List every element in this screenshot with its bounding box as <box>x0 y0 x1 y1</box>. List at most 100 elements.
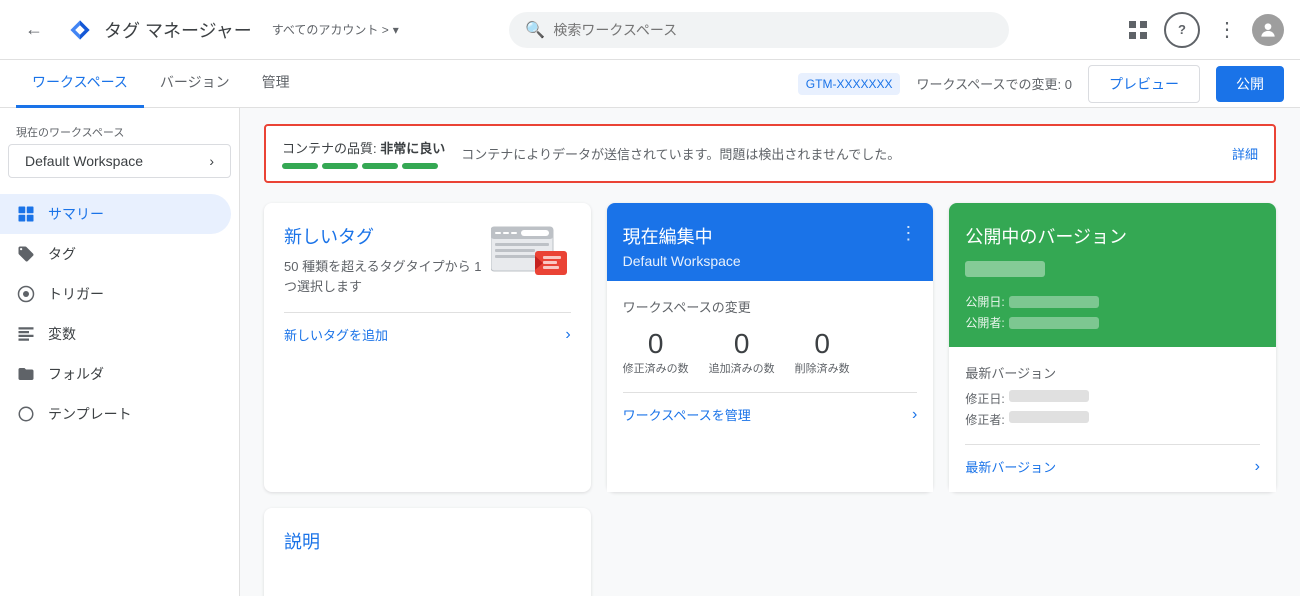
new-tag-title: 新しいタグ <box>284 223 483 249</box>
publish-date-value <box>1009 296 1099 308</box>
editing-more-button[interactable]: ⋮ <box>899 223 917 244</box>
tab-version[interactable]: バージョン <box>144 60 246 108</box>
sidebar-item-templates-label: テンプレート <box>48 404 132 424</box>
changes-stats: 0 修正済みの数 0 追加済みの数 0 削除済み数 <box>623 328 918 376</box>
modifier-value <box>1009 411 1089 423</box>
new-tag-card: 新しいタグ 50 種類を超えるタグタイプから 1 つ選択します <box>264 203 591 492</box>
stat-modified-number: 0 <box>648 328 664 360</box>
gtm-id: GTM-XXXXXXX <box>798 73 901 95</box>
modifier-row: 修正者: <box>965 411 1260 428</box>
back-button[interactable]: ← <box>16 12 52 48</box>
quality-left: コンテナの品質: 非常に良い <box>282 138 445 169</box>
new-tag-add-link[interactable]: 新しいタグを追加 › <box>284 312 571 344</box>
sidebar-item-triggers-label: トリガー <box>48 284 104 304</box>
app-logo: タグ マネージャー <box>64 14 252 46</box>
account-label: すべてのアカウント > <box>272 21 389 38</box>
help-button[interactable]: ? <box>1164 12 1200 48</box>
editing-card: 現在編集中 Default Workspace ⋮ ワークスペースの変更 0 修… <box>607 203 934 492</box>
manage-workspace-label: ワークスペースを管理 <box>623 405 751 424</box>
chevron-right-icon: › <box>209 153 214 169</box>
app-title: タグ マネージャー <box>104 17 252 43</box>
published-date-row: 公開日: <box>965 293 1260 310</box>
publisher-label: 公開者: <box>965 314 1004 331</box>
sidebar-item-variables[interactable]: 変数 <box>0 314 231 354</box>
published-header: 公開中のバージョン 公開日: 公開者: <box>949 203 1276 347</box>
search-icon: 🔍 <box>525 20 545 40</box>
quality-title: コンテナの品質: 非常に良い <box>282 138 445 157</box>
quality-bar-1 <box>282 163 318 169</box>
stat-modified: 0 修正済みの数 <box>623 328 689 376</box>
sidebar-item-folders[interactable]: フォルダ <box>0 354 231 394</box>
tags-icon <box>16 244 36 264</box>
sidebar-item-folders-label: フォルダ <box>48 364 104 384</box>
new-tag-description: 50 種類を超えるタグタイプから 1 つ選択します <box>284 257 483 296</box>
search-input[interactable] <box>553 22 993 38</box>
chevron-right-icon: › <box>912 406 917 424</box>
preview-button[interactable]: プレビュー <box>1088 65 1200 103</box>
modified-date-row: 修正日: <box>965 390 1260 407</box>
sidebar-item-summary-label: サマリー <box>48 204 104 224</box>
app-header: ← タグ マネージャー すべてのアカウント > ▾ 🔍 ? ⋮ <box>0 0 1300 60</box>
quality-banner: コンテナの品質: 非常に良い コンテナによりデータが送信されています。問題は検出… <box>264 124 1276 183</box>
workspace-selector[interactable]: Default Workspace › <box>8 144 231 178</box>
user-icon <box>1258 20 1278 40</box>
chevron-down-icon: ▾ <box>393 23 399 37</box>
search-container: 🔍 <box>509 12 1009 48</box>
stat-added-number: 0 <box>734 328 750 360</box>
publisher-value <box>1009 317 1099 329</box>
publish-button[interactable]: 公開 <box>1216 66 1284 102</box>
publish-date-label: 公開日: <box>965 293 1004 310</box>
latest-version-link[interactable]: 最新バージョン › <box>965 444 1260 476</box>
cards-grid: 新しいタグ 50 種類を超えるタグタイプから 1 つ選択します <box>264 203 1276 492</box>
published-title: 公開中のバージョン <box>965 223 1260 249</box>
published-by-row: 公開者: <box>965 314 1260 331</box>
stat-added-label: 追加済みの数 <box>709 360 775 376</box>
quality-bars <box>282 163 445 169</box>
latest-version-link-label: 最新バージョン <box>965 457 1056 476</box>
quality-message: コンテナによりデータが送信されています。問題は検出されませんでした。 <box>461 144 1216 163</box>
folders-icon <box>16 364 36 384</box>
nav-right: GTM-XXXXXXX ワークスペースでの変更: 0 プレビュー 公開 <box>798 65 1284 103</box>
sidebar-item-triggers[interactable]: トリガー <box>0 274 231 314</box>
changes-count: ワークスペースでの変更: 0 <box>916 74 1072 93</box>
new-tag-icon <box>491 223 571 286</box>
more-options-button[interactable]: ⋮ <box>1208 12 1244 48</box>
empty-col-2 <box>607 508 934 596</box>
modified-date-label: 修正日: <box>965 390 1004 407</box>
tag-browser-svg <box>491 223 571 283</box>
description-title: 説明 <box>284 528 571 564</box>
main-layout: 現在のワークスペース Default Workspace › サマリー タグ ト… <box>0 108 1300 596</box>
editing-header: 現在編集中 Default Workspace ⋮ <box>607 203 934 281</box>
tab-admin[interactable]: 管理 <box>246 60 306 108</box>
sidebar-item-tags-label: タグ <box>48 244 76 264</box>
chevron-right-icon: › <box>1255 458 1260 476</box>
avatar[interactable] <box>1252 14 1284 46</box>
editing-workspace: Default Workspace <box>623 253 741 269</box>
sidebar-divider <box>0 178 239 194</box>
description-card: 説明 説明を編集 › <box>264 508 591 596</box>
sidebar: 現在のワークスペース Default Workspace › サマリー タグ ト… <box>0 108 240 596</box>
quality-bar-3 <box>362 163 398 169</box>
sidebar-item-tags[interactable]: タグ <box>0 234 231 274</box>
chevron-right-icon: › <box>565 326 570 344</box>
published-card: 公開中のバージョン 公開日: 公開者: 最新バージョン <box>949 203 1276 492</box>
quality-title-label: コンテナの品質: <box>282 141 377 156</box>
tab-workspace[interactable]: ワークスペース <box>16 60 144 108</box>
stat-deleted-number: 0 <box>814 328 830 360</box>
templates-icon <box>16 404 36 424</box>
modifier-label: 修正者: <box>965 411 1004 428</box>
sidebar-item-summary[interactable]: サマリー <box>0 194 231 234</box>
empty-col-3 <box>949 508 1276 596</box>
account-selector[interactable]: すべてのアカウント > ▾ <box>272 21 399 38</box>
quality-detail-link[interactable]: 詳細 <box>1232 144 1258 163</box>
manage-workspace-link[interactable]: ワークスペースを管理 › <box>623 392 918 424</box>
workspace-name: Default Workspace <box>25 153 143 169</box>
stat-deleted: 0 削除済み数 <box>795 328 850 376</box>
gtm-logo-icon <box>64 14 96 46</box>
editing-title: 現在編集中 <box>623 223 741 249</box>
grid-icon-button[interactable] <box>1120 12 1156 48</box>
sidebar-item-variables-label: 変数 <box>48 324 76 344</box>
header-icons: ? ⋮ <box>1120 12 1284 48</box>
variables-icon <box>16 324 36 344</box>
sidebar-item-templates[interactable]: テンプレート <box>0 394 231 434</box>
